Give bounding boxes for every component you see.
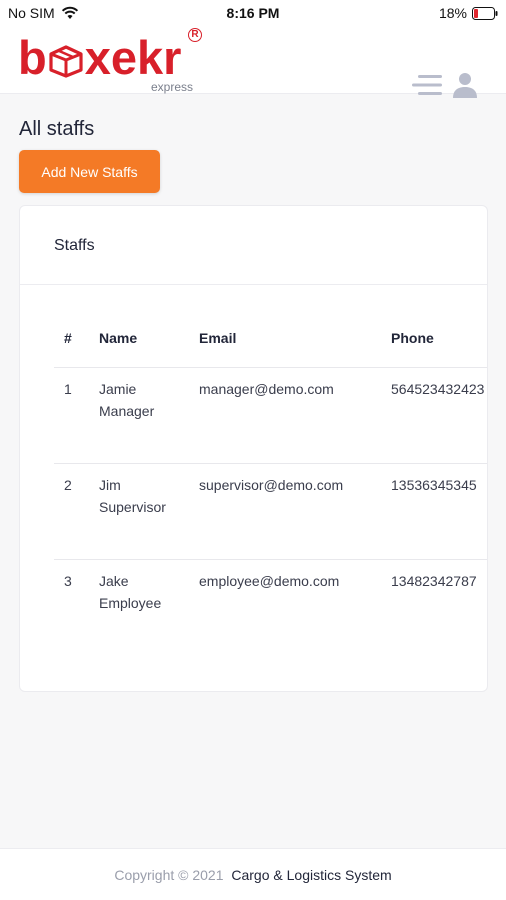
page-title: All staffs [19, 118, 95, 140]
cell-name: Jim Supervisor [99, 477, 166, 515]
table-row[interactable]: 3 Jake Employee employee@demo.com 134823… [54, 559, 487, 655]
cell-phone: 564523432423 [391, 381, 485, 397]
cell-email: manager@demo.com [199, 381, 334, 397]
table-row[interactable]: 2 Jim Supervisor supervisor@demo.com 135… [54, 463, 487, 559]
staffs-card: Staffs # Name Email Phone 1 Jamie Manage… [19, 205, 488, 692]
app-header: b xekr R express [0, 26, 506, 98]
logo-tagline: express [151, 80, 194, 94]
user-icon[interactable] [452, 71, 478, 99]
logo-wordmark: b xekr [18, 32, 181, 84]
cell-phone: 13482342787 [391, 573, 477, 589]
page-footer: Copyright © 2021 Cargo & Logistics Syste… [0, 848, 506, 900]
column-header-number: # [64, 330, 72, 346]
column-header-name: Name [99, 330, 138, 346]
add-new-staff-button[interactable]: Add New Staffs [19, 150, 160, 193]
cell-email: employee@demo.com [199, 573, 340, 589]
cell-number: 1 [64, 381, 72, 397]
card-title: Staffs [54, 237, 95, 254]
column-header-email: Email [199, 330, 237, 346]
card-header: Staffs [20, 206, 487, 285]
cell-name: Jake Employee [99, 573, 162, 611]
menu-lines-icon[interactable] [412, 73, 442, 97]
status-time: 8:16 PM [226, 5, 280, 21]
cell-number: 2 [64, 477, 72, 493]
logo-text-left: b [18, 31, 47, 84]
table-row[interactable]: 1 Jamie Manager manager@demo.com 5645234… [54, 367, 487, 463]
battery-icon [472, 6, 498, 20]
column-header-phone: Phone [391, 330, 434, 346]
cell-number: 3 [64, 573, 72, 589]
footer-copyright: Copyright © 2021 [114, 867, 224, 883]
footer-brand[interactable]: Cargo & Logistics System [231, 867, 391, 883]
logo-text-right: xekr [84, 31, 182, 84]
registered-mark: R [188, 28, 202, 42]
cell-name: Jamie Manager [99, 381, 155, 419]
box-icon [49, 45, 83, 78]
battery-group: 18% [439, 5, 498, 21]
cell-phone: 13536345345 [391, 477, 477, 493]
cell-email: supervisor@demo.com [199, 477, 344, 493]
battery-percent: 18% [438, 5, 467, 21]
brand-logo[interactable]: b xekr R express [18, 28, 218, 94]
status-bar: No SIM 8:16 PM 18% [0, 0, 506, 26]
